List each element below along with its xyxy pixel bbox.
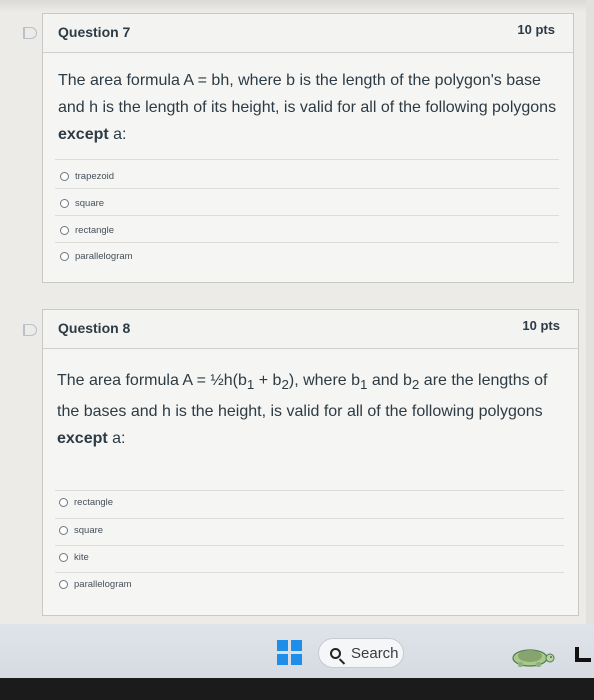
answer-option[interactable]: parallelogram (60, 247, 133, 265)
question-title: Question 7 (58, 24, 131, 40)
question-body: The area formula A = bh, where b is the … (58, 72, 557, 116)
answer-label: parallelogram (74, 578, 132, 590)
answer-option[interactable]: square (60, 194, 104, 212)
answer-option[interactable]: rectangle (60, 221, 114, 239)
radio-button[interactable] (59, 552, 68, 562)
search-label: Search (351, 644, 399, 662)
answer-label: trapezoid (75, 170, 115, 182)
answer-option[interactable]: trapezoid (60, 167, 114, 185)
formula-part: + b (254, 372, 282, 389)
question-text: The area formula A = ½h(b1 + b2), where … (57, 367, 558, 452)
question-7-card: Question 7 10 pts The area formula A = b… (42, 13, 574, 283)
radio-button[interactable] (59, 525, 68, 535)
answer-option[interactable]: kite (59, 548, 89, 566)
except-emphasis: except (57, 430, 108, 448)
answer-divider (55, 242, 559, 243)
answer-divider (55, 215, 559, 216)
question-points: 10 pts (517, 22, 555, 37)
formula-part: and b (367, 372, 412, 389)
right-edge (586, 0, 594, 624)
question-header: Question 7 10 pts (43, 14, 573, 53)
answer-label: parallelogram (75, 250, 133, 262)
answer-label: rectangle (74, 496, 114, 508)
tray-icon[interactable] (575, 647, 591, 662)
flag-icon[interactable] (23, 27, 37, 39)
radio-button[interactable] (60, 171, 69, 181)
answer-label: square (74, 524, 104, 536)
windows-tile (277, 640, 288, 651)
turtle-icon[interactable] (505, 644, 555, 670)
question-points: 10 pts (522, 318, 560, 333)
radio-button[interactable] (59, 579, 68, 589)
answer-option[interactable]: square (59, 521, 103, 539)
radio-button[interactable] (59, 497, 68, 507)
answer-divider (55, 159, 559, 160)
answer-divider (55, 490, 564, 491)
taskbar-search[interactable]: Search (318, 638, 404, 668)
answer-label: square (75, 197, 105, 209)
answer-label: rectangle (75, 224, 115, 236)
search-icon (330, 647, 341, 659)
answer-divider (55, 572, 564, 573)
question-ending: a: (113, 126, 127, 143)
windows-tile (291, 654, 302, 665)
subscript: 2 (281, 377, 289, 393)
windows-tile (291, 640, 302, 651)
formula-part: h(b (223, 372, 247, 389)
question-header: Question 8 10 pts (43, 310, 578, 349)
answer-divider (55, 188, 559, 189)
except-emphasis: except (58, 126, 109, 143)
windows-taskbar: Search (0, 624, 594, 700)
answer-divider (55, 518, 564, 519)
question-8-card: Question 8 10 pts The area formula A = ½… (42, 309, 579, 616)
windows-tile (277, 654, 288, 665)
answer-label: kite (74, 551, 89, 563)
question-text: The area formula A = bh, where b is the … (58, 67, 557, 148)
answer-option[interactable]: parallelogram (59, 575, 132, 593)
browser-viewport: Question 7 10 pts The area formula A = b… (0, 0, 594, 700)
question-title: Question 8 (58, 320, 131, 336)
flag-icon[interactable] (23, 324, 37, 336)
answer-divider (55, 545, 564, 546)
answer-option[interactable]: rectangle (59, 493, 113, 511)
radio-button[interactable] (60, 198, 69, 208)
windows-start-icon[interactable] (277, 640, 302, 665)
fraction-half: ½ (210, 372, 224, 389)
question-ending: a: (112, 430, 126, 448)
radio-button[interactable] (60, 251, 69, 261)
formula-prefix: The area formula A = (57, 372, 211, 389)
top-cutoff (0, 0, 594, 12)
formula-part: ), where b (288, 372, 361, 389)
radio-button[interactable] (60, 225, 69, 235)
